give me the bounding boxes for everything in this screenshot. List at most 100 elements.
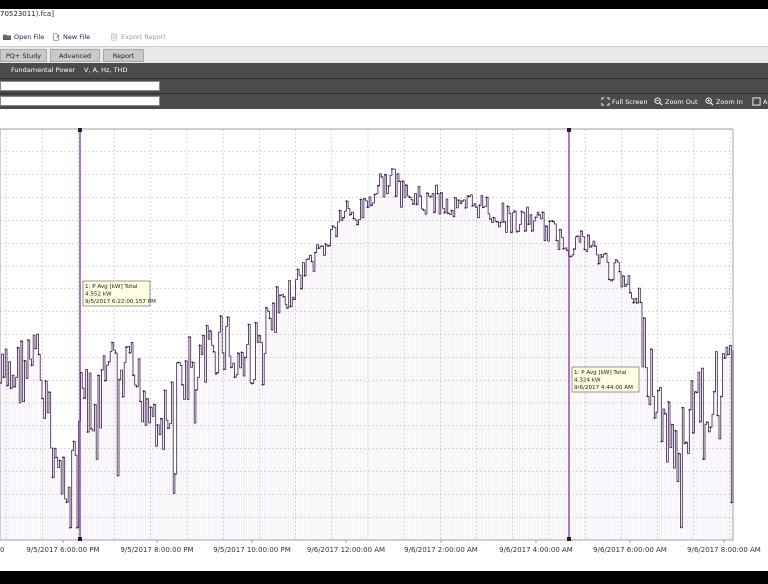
series-point (377, 184, 379, 187)
series-point (219, 315, 222, 317)
series-point (125, 346, 127, 349)
series-point (177, 361, 180, 364)
series-point (394, 195, 397, 198)
series-point (282, 295, 285, 298)
tab-advanced[interactable]: Advanced (50, 49, 100, 62)
power-chart[interactable]: 1: P Avg [kW] Total 4.552 kW9/5/2017 6:22… (0, 109, 768, 571)
series-point (488, 218, 491, 220)
x-tick-label: 9/6/2017 12:00:00 AM (307, 546, 385, 554)
series-point (216, 371, 218, 374)
toolbar: Open File New File Export Report (0, 29, 768, 46)
series-point (639, 301, 642, 304)
series-point (478, 204, 481, 207)
series-point (502, 220, 505, 223)
main-tab-bar: PQ+ Study Advanced Report (0, 46, 768, 63)
zoom-out-button[interactable]: Zoom Out (654, 97, 698, 106)
window-title: 70523011).fca] (0, 10, 54, 18)
series-point (2, 376, 5, 379)
title-strip: 70523011).fca] (0, 9, 768, 29)
series-point (121, 396, 124, 398)
series-point (48, 391, 50, 393)
series-point (579, 230, 582, 232)
series-point (65, 501, 68, 504)
series-point (471, 205, 474, 207)
x-tick-label: 9/6/2017 2:00:00 AM (404, 546, 478, 554)
series-point (436, 192, 439, 195)
zoom-out-label: Zoom Out (665, 97, 698, 106)
x-tick-label: 9/5/2017 8:00:00 PM (120, 546, 193, 554)
open-file-label: Open File (14, 33, 45, 41)
series-point (625, 283, 628, 286)
series-point (726, 353, 729, 356)
series-point (373, 193, 376, 196)
series-point (474, 206, 477, 208)
series-point (544, 225, 547, 228)
cursor-handle[interactable] (78, 128, 82, 132)
series-point (460, 200, 463, 202)
series-point (146, 398, 148, 400)
series-point (251, 382, 253, 385)
series-point (450, 209, 453, 212)
full-screen-button[interactable]: Full Screen (601, 97, 648, 106)
series-point (712, 390, 715, 393)
zoom-in-icon (705, 97, 714, 106)
cut-off-control[interactable]: Ai (752, 97, 768, 106)
series-point (698, 420, 701, 423)
series-point (583, 248, 586, 251)
cursor-handle[interactable] (78, 537, 82, 541)
series-point (209, 330, 211, 332)
cut-off-icon (752, 97, 761, 106)
series-point (405, 184, 407, 187)
subtab-v-a-hz-thd[interactable]: V, A, Hz, THD (84, 66, 127, 74)
series-point (576, 235, 579, 237)
series-point (667, 401, 670, 403)
series-point (426, 192, 428, 195)
series-point (296, 268, 299, 271)
series-point (349, 213, 351, 216)
series-point (663, 412, 666, 415)
series-point (702, 458, 705, 461)
cursor-tooltip-text: 9/6/2017 4:44:00 AM (574, 385, 633, 391)
series-point (118, 378, 120, 381)
selector-field-2[interactable] (0, 96, 160, 106)
series-point (660, 440, 663, 443)
series-point (352, 217, 355, 220)
series-point (261, 383, 264, 386)
selector-field-1[interactable] (0, 81, 160, 91)
tab-pq-study[interactable]: PQ+ Study (0, 49, 47, 62)
series-point (181, 383, 183, 386)
series-point (649, 348, 652, 350)
series-point (13, 385, 15, 388)
full-screen-label: Full Screen (612, 97, 648, 106)
open-file-button[interactable]: Open File (3, 33, 44, 41)
export-report-button[interactable]: Export Report (110, 33, 166, 41)
series-point (422, 209, 425, 211)
series-point (328, 244, 330, 247)
x-tick-label: 9/6/2017 4:00:00 AM (499, 546, 573, 554)
chart-area[interactable]: 1: P Avg [kW] Total 4.552 kW 9/5/2017 6:22… (0, 109, 768, 571)
series-point (37, 353, 40, 356)
cursor-tooltip-text: 4.552 kW (85, 292, 112, 298)
series-point (324, 243, 327, 246)
series-point (681, 406, 684, 409)
cursor-handle[interactable] (567, 537, 571, 541)
new-file-label: New File (63, 33, 91, 41)
zoom-in-button[interactable]: Zoom In (705, 97, 743, 106)
series-point (335, 235, 337, 238)
series-point (310, 260, 313, 263)
tab-report[interactable]: Report (103, 49, 144, 62)
series-point (321, 245, 323, 248)
cursor-handle[interactable] (567, 128, 571, 132)
series-point (132, 374, 134, 377)
series-point (293, 298, 295, 301)
series-point (338, 209, 341, 212)
series-point (516, 230, 519, 233)
x-tick-label: 9/5/2017 10:00:00 PM (213, 546, 291, 554)
series-point (184, 360, 187, 362)
subtab-fundamental-power[interactable]: Fundamental Power (11, 66, 75, 74)
series-point (593, 245, 596, 247)
new-file-button[interactable]: New File (52, 33, 90, 41)
series-point (401, 180, 404, 183)
series-point (9, 387, 12, 390)
series-point (523, 230, 526, 232)
